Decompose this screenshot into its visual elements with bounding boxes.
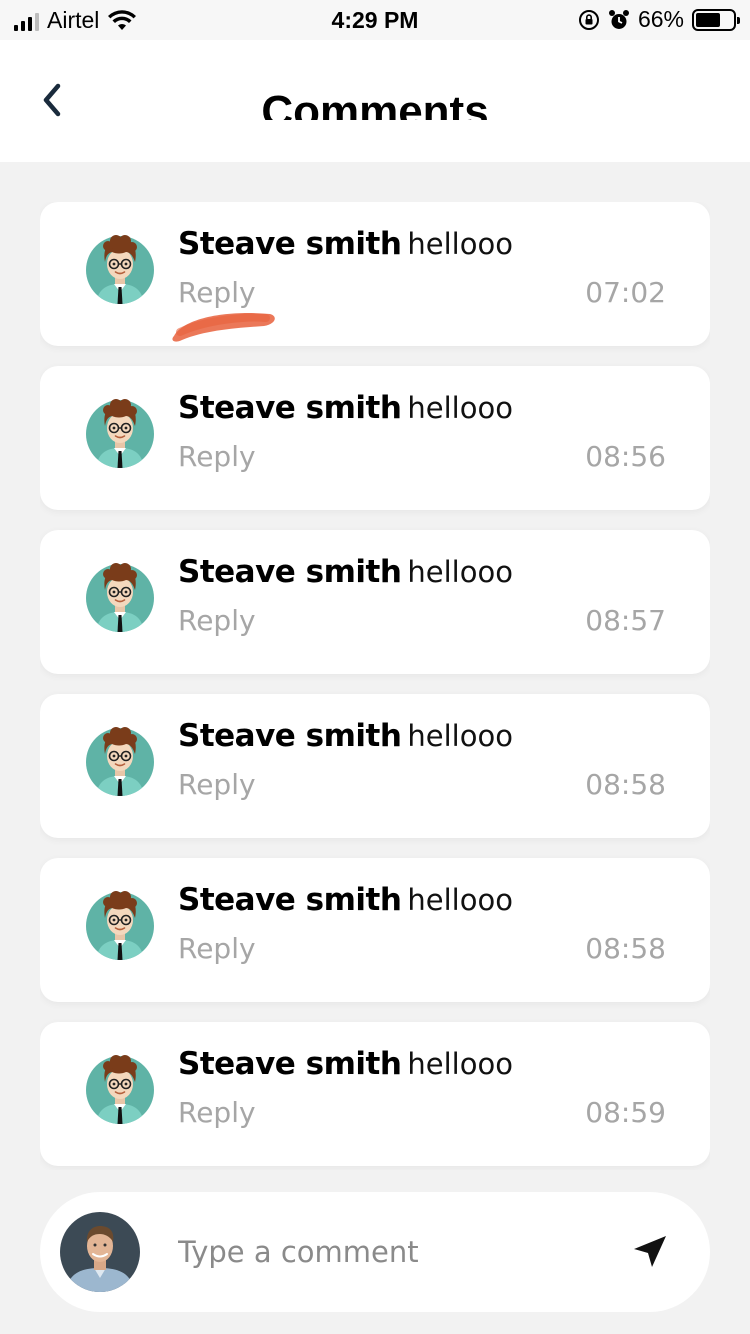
avatar[interactable] bbox=[86, 1048, 154, 1124]
avatar[interactable] bbox=[86, 720, 154, 796]
reply-button[interactable]: Reply bbox=[178, 932, 256, 965]
comment-text: hellooo bbox=[407, 227, 513, 261]
comment-header: Steave smith hellooo bbox=[178, 390, 513, 426]
send-button[interactable] bbox=[628, 1230, 672, 1274]
comment-author[interactable]: Steave smith bbox=[178, 1046, 402, 1082]
comment-card: Steave smith hellooo Reply 08:59 bbox=[40, 1022, 710, 1166]
comment-author[interactable]: Steave smith bbox=[178, 554, 402, 590]
avatar[interactable] bbox=[86, 556, 154, 632]
comment-timestamp: 07:02 bbox=[585, 276, 666, 309]
reply-button[interactable]: Reply bbox=[178, 768, 256, 801]
comment-author[interactable]: Steave smith bbox=[178, 226, 402, 262]
comment-timestamp: 08:59 bbox=[585, 1096, 666, 1129]
wifi-icon bbox=[108, 9, 137, 30]
reply-button[interactable]: Reply bbox=[178, 440, 256, 473]
comment-card: Steave smith hellooo Reply 08:58 bbox=[40, 694, 710, 838]
rotation-lock-icon bbox=[578, 9, 599, 30]
title-container: Comments bbox=[0, 82, 750, 120]
comment-text: hellooo bbox=[407, 555, 513, 589]
header: Comments bbox=[0, 40, 750, 162]
comment-composer bbox=[40, 1192, 710, 1312]
comment-card: Steave smith hellooo Reply 08:58 bbox=[40, 858, 710, 1002]
comment-header: Steave smith hellooo bbox=[178, 882, 513, 918]
highlight-scribble bbox=[172, 312, 275, 342]
comment-header: Steave smith hellooo bbox=[178, 226, 513, 262]
carrier-label: Airtel bbox=[47, 7, 100, 33]
battery-percent: 66% bbox=[637, 6, 684, 32]
comment-input[interactable] bbox=[178, 1224, 608, 1280]
comment-timestamp: 08:57 bbox=[585, 604, 666, 637]
avatar[interactable] bbox=[86, 884, 154, 960]
comment-header: Steave smith hellooo bbox=[178, 1046, 513, 1082]
current-user-avatar bbox=[60, 1212, 140, 1292]
comment-card: Steave smith hellooo Reply 07:02 bbox=[40, 202, 710, 346]
reply-button[interactable]: Reply bbox=[178, 1096, 256, 1129]
page-title: Comments bbox=[261, 87, 489, 120]
comment-timestamp: 08:58 bbox=[585, 768, 666, 801]
avatar[interactable] bbox=[86, 228, 154, 304]
battery-level bbox=[696, 12, 720, 27]
comment-list[interactable]: Steave smith hellooo Reply 07:02 Steave smi… bbox=[40, 202, 710, 1170]
comment-text: hellooo bbox=[407, 719, 513, 753]
status-bar: Airtel 4:29 PM 66% bbox=[0, 0, 750, 40]
comment-text: hellooo bbox=[407, 883, 513, 917]
comment-header: Steave smith hellooo bbox=[178, 718, 513, 754]
comment-timestamp: 08:58 bbox=[585, 932, 666, 965]
comment-card: Steave smith hellooo Reply 08:57 bbox=[40, 530, 710, 674]
comment-timestamp: 08:56 bbox=[585, 440, 666, 473]
avatar[interactable] bbox=[86, 392, 154, 468]
send-arrow-icon bbox=[634, 1236, 666, 1267]
comment-author[interactable]: Steave smith bbox=[178, 718, 402, 754]
comment-author[interactable]: Steave smith bbox=[178, 882, 402, 918]
comment-text: hellooo bbox=[407, 391, 513, 425]
battery-icon bbox=[692, 8, 740, 31]
signal-icon bbox=[14, 11, 39, 31]
reply-button[interactable]: Reply bbox=[178, 604, 256, 637]
comment-author[interactable]: Steave smith bbox=[178, 390, 402, 426]
status-left: Airtel bbox=[14, 7, 137, 34]
alarm-icon bbox=[608, 9, 629, 29]
status-right: 66% bbox=[578, 6, 740, 33]
comment-text: hellooo bbox=[407, 1047, 513, 1081]
comment-card: Steave smith hellooo Reply 08:56 bbox=[40, 366, 710, 510]
comment-header: Steave smith hellooo bbox=[178, 554, 513, 590]
